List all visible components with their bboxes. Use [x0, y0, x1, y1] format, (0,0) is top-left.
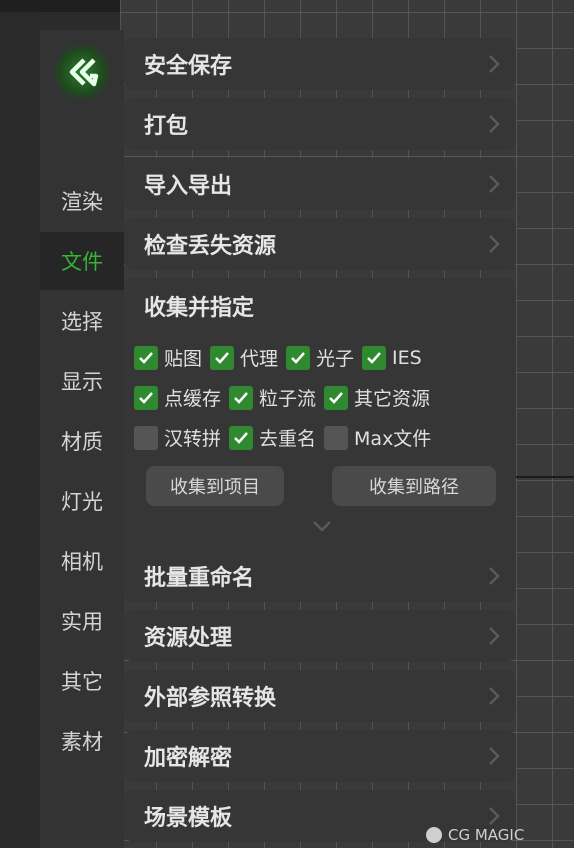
checkbox-unchecked-icon[interactable] [324, 425, 349, 450]
menu-label: 安全保存 [144, 54, 233, 79]
cg-logo-icon[interactable] [54, 44, 110, 100]
sidebar-item-display[interactable]: 显示 [40, 352, 124, 410]
checkbox-checked-icon[interactable] [324, 385, 349, 410]
menu-label: 资源处理 [144, 626, 233, 651]
chevron-down-icon[interactable] [310, 520, 334, 532]
options-row-1: 贴图 代理 光子 IES [134, 344, 430, 371]
option-point-cache[interactable]: 点缓存 [134, 384, 221, 411]
options-row-3: 汉转拼 去重名 Max文件 [134, 424, 439, 451]
menu-safe-save[interactable]: 安全保存 [124, 38, 516, 90]
sidebar-item-light[interactable]: 灯光 [40, 472, 124, 530]
sidebar-item-camera[interactable]: 相机 [40, 532, 124, 590]
menu-encrypt[interactable]: 加密解密 [124, 730, 516, 782]
chevron-right-icon [489, 175, 500, 193]
checkbox-checked-icon[interactable] [286, 345, 311, 370]
chevron-right-icon [489, 235, 500, 253]
chevron-right-icon [489, 687, 500, 705]
menu-label: 批量重命名 [144, 566, 255, 591]
sidebar-item-render[interactable]: 渲染 [40, 172, 124, 230]
sidebar-item-utility[interactable]: 实用 [40, 592, 124, 650]
menu-xref-convert[interactable]: 外部参照转换 [124, 670, 516, 722]
option-proxy[interactable]: 代理 [210, 344, 278, 371]
collect-to-project-button[interactable]: 收集到项目 [146, 466, 284, 506]
watermark-text: CG MAGIC [448, 826, 525, 844]
checkbox-checked-icon[interactable] [229, 385, 254, 410]
sidebar-item-material[interactable]: 材质 [40, 412, 124, 470]
checkbox-checked-icon[interactable] [229, 425, 254, 450]
menu-label: 场景模板 [144, 806, 233, 831]
option-texture[interactable]: 贴图 [134, 344, 202, 371]
option-particle-flow[interactable]: 粒子流 [229, 384, 316, 411]
checkbox-checked-icon[interactable] [134, 385, 158, 410]
menu-label: 打包 [144, 114, 189, 139]
sidebar-item-select[interactable]: 选择 [40, 292, 124, 350]
watermark: CG MAGIC [426, 826, 524, 844]
chevron-right-icon [489, 55, 500, 73]
menu-label: 加密解密 [144, 746, 233, 771]
chevron-right-icon [489, 627, 500, 645]
checkbox-checked-icon[interactable] [210, 345, 235, 370]
menu-label: 检查丢失资源 [144, 234, 277, 259]
option-pinyin[interactable]: 汉转拼 [134, 424, 221, 451]
collect-title: 收集并指定 [144, 296, 255, 321]
menu-check-missing[interactable]: 检查丢失资源 [124, 218, 516, 270]
menu-pack[interactable]: 打包 [124, 98, 516, 150]
checkbox-checked-icon[interactable] [134, 345, 158, 370]
menu-label: 导入导出 [144, 174, 233, 199]
file-menu-panel: 安全保存 打包 导入导出 检查丢失资源 收集并指定 贴图 代理 光子 IES 点… [124, 34, 520, 848]
wechat-icon [426, 827, 442, 843]
options-row-2: 点缓存 粒子流 其它资源 [134, 384, 438, 411]
chevron-right-icon [489, 807, 500, 825]
sidebar-item-hidden[interactable] [40, 116, 124, 174]
checkbox-unchecked-icon[interactable] [134, 425, 158, 450]
chevron-right-icon [489, 115, 500, 133]
menu-import-export[interactable]: 导入导出 [124, 158, 516, 210]
left-strip [0, 12, 40, 848]
menu-label: 外部参照转换 [144, 686, 277, 711]
option-other-resources[interactable]: 其它资源 [324, 384, 430, 411]
sidebar-item-other[interactable]: 其它 [40, 652, 124, 710]
option-dedupe[interactable]: 去重名 [229, 424, 316, 451]
sidebar-item-file[interactable]: 文件 [40, 232, 124, 290]
checkbox-checked-icon[interactable] [362, 345, 387, 370]
option-photon[interactable]: 光子 [286, 344, 354, 371]
option-ies[interactable]: IES [362, 345, 422, 370]
menu-resource-process[interactable]: 资源处理 [124, 610, 516, 662]
collect-to-path-button[interactable]: 收集到路径 [332, 466, 496, 506]
chevron-right-icon [489, 747, 500, 765]
sidebar-item-assets[interactable]: 素材 [40, 712, 124, 770]
chevron-right-icon [489, 567, 500, 585]
option-max-file[interactable]: Max文件 [324, 424, 431, 451]
menu-batch-rename[interactable]: 批量重命名 [124, 550, 516, 602]
